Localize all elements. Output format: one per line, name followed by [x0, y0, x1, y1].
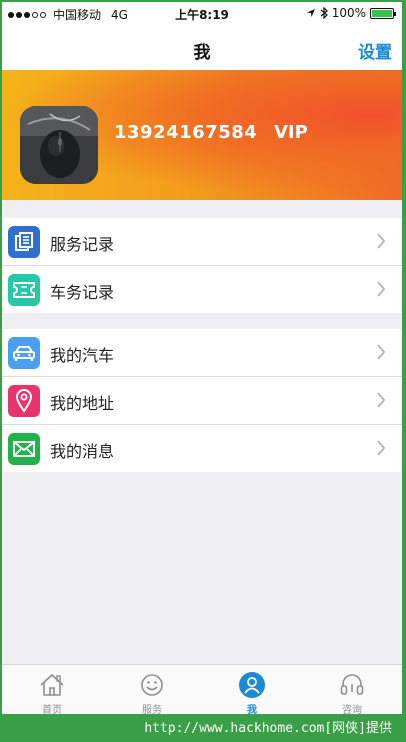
menu-item-service-records[interactable]: 服务记录: [2, 218, 402, 266]
navigation-bar: 我 设置: [2, 26, 402, 70]
tab-consult[interactable]: 咨询: [302, 665, 402, 714]
mail-icon: [8, 433, 40, 465]
tab-service[interactable]: 服务: [102, 665, 202, 714]
location-arrow-icon: [306, 9, 315, 17]
menu-item-label: 我的地址: [50, 394, 115, 413]
menu-group-records: 服务记录 车务记录: [2, 218, 402, 313]
home-icon: [38, 671, 66, 699]
menu-item-my-messages[interactable]: 我的消息: [2, 425, 402, 472]
chevron-right-icon: [377, 281, 386, 297]
chevron-right-icon: [377, 233, 386, 249]
menu-item-label: 我的汽车: [50, 346, 115, 365]
tab-label: 服务: [142, 705, 162, 714]
menu-item-my-address[interactable]: 我的地址: [2, 377, 402, 425]
avatar[interactable]: [20, 106, 98, 184]
chevron-right-icon: [377, 392, 386, 408]
tab-label: 咨询: [342, 705, 362, 714]
vip-badge: VIP: [274, 122, 308, 143]
mouse-photo-icon: [20, 106, 98, 184]
tab-home[interactable]: 首页: [2, 665, 102, 714]
status-bar: 中国移动 4G 上午8:19 100%: [2, 2, 402, 26]
chevron-right-icon: [377, 344, 386, 360]
tab-label: 首页: [42, 705, 62, 714]
chevron-right-icon: [377, 440, 386, 456]
headset-icon: [338, 671, 366, 699]
tab-bar: 首页 服务 我 咨询: [2, 664, 402, 714]
menu-item-label: 我的消息: [50, 442, 115, 461]
location-pin-icon: [8, 385, 40, 417]
tab-me[interactable]: 我: [202, 665, 302, 714]
car-icon: [8, 337, 40, 369]
menu-item-my-car[interactable]: 我的汽车: [2, 329, 402, 377]
document-list-icon: [8, 226, 40, 258]
battery-percent: 100%: [331, 6, 366, 20]
ticket-icon: [8, 274, 40, 306]
phone-screen: 中国移动 4G 上午8:19 100% 我 设置 13924167584 VIP…: [2, 2, 402, 714]
user-phone-number: 13924167584: [114, 122, 258, 143]
smiley-icon: [138, 671, 166, 699]
profile-banner[interactable]: 13924167584 VIP: [2, 70, 402, 200]
menu-item-label: 服务记录: [50, 235, 115, 254]
bluetooth-icon: [320, 7, 328, 19]
tab-label: 我: [247, 705, 257, 714]
settings-button[interactable]: 设置: [358, 38, 392, 63]
page-title: 我: [193, 43, 211, 63]
menu-item-label: 车务记录: [50, 283, 115, 302]
menu-group-personal: 我的汽车 我的地址 我的消息: [2, 329, 402, 472]
battery-icon: [370, 7, 396, 19]
menu-item-vehicle-records[interactable]: 车务记录: [2, 266, 402, 313]
watermark-text: http://www.hackhome.com[网侠]提供: [144, 721, 392, 736]
user-icon: [238, 671, 266, 699]
